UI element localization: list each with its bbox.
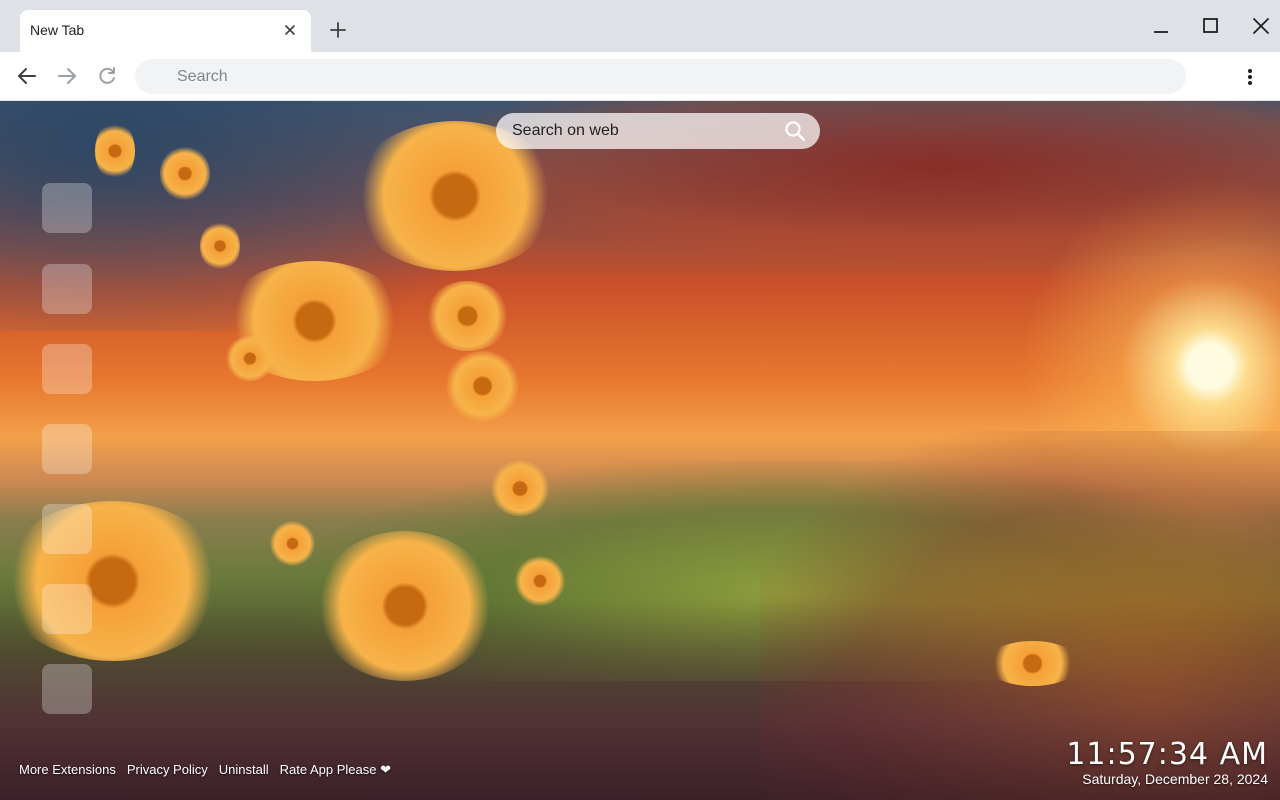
clock-time: 11:57:34 AM	[1066, 737, 1268, 772]
tab-new-tab[interactable]: New Tab	[20, 10, 311, 52]
reload-icon[interactable]	[95, 64, 119, 88]
kebab-menu-icon[interactable]	[1240, 65, 1260, 89]
web-search-box	[496, 113, 820, 149]
footer-links: More Extensions Privacy Policy Uninstall…	[19, 762, 391, 780]
flower-decoration	[95, 121, 135, 181]
browser-toolbar	[0, 52, 1280, 101]
tab-strip: New Tab	[0, 0, 1280, 52]
more-extensions-link[interactable]: More Extensions	[19, 762, 116, 780]
shortcut-tile[interactable]	[42, 183, 92, 233]
uninstall-link[interactable]: Uninstall	[219, 762, 269, 780]
privacy-policy-link[interactable]: Privacy Policy	[127, 762, 208, 780]
flower-decoration	[425, 281, 510, 351]
flower-decoration	[0, 501, 225, 661]
window-minimize-icon[interactable]	[1149, 14, 1173, 38]
shortcut-tile[interactable]	[42, 344, 92, 394]
tab-close-icon[interactable]	[281, 21, 299, 39]
flower-decoration	[445, 351, 520, 421]
web-search-input[interactable]	[496, 113, 820, 149]
forward-arrow-icon[interactable]	[55, 64, 79, 88]
shortcut-tile[interactable]	[42, 584, 92, 634]
flower-decoration	[200, 221, 240, 271]
flower-decoration	[160, 146, 210, 201]
shortcut-tile[interactable]	[42, 264, 92, 314]
search-icon[interactable]	[784, 120, 806, 142]
shortcut-tile[interactable]	[42, 504, 92, 554]
new-tab-page: More Extensions Privacy Policy Uninstall…	[0, 101, 1280, 800]
shortcut-tile[interactable]	[42, 424, 92, 474]
window-close-icon[interactable]	[1249, 14, 1273, 38]
flower-decoration	[225, 336, 275, 381]
flower-decoration	[315, 531, 495, 681]
tab-title: New Tab	[30, 22, 85, 38]
flower-decoration	[985, 641, 1080, 686]
back-arrow-icon[interactable]	[15, 64, 39, 88]
flower-decoration	[490, 461, 550, 516]
clock-date: Saturday, December 28, 2024	[1082, 771, 1268, 787]
new-tab-plus-icon[interactable]	[326, 18, 350, 42]
shortcut-tile[interactable]	[42, 664, 92, 714]
flower-decoration	[515, 556, 565, 606]
address-bar-input[interactable]	[135, 59, 1186, 94]
rate-app-link[interactable]: Rate App Please ❤	[280, 762, 391, 780]
window-maximize-icon[interactable]	[1199, 14, 1223, 38]
flower-decoration	[270, 521, 315, 566]
